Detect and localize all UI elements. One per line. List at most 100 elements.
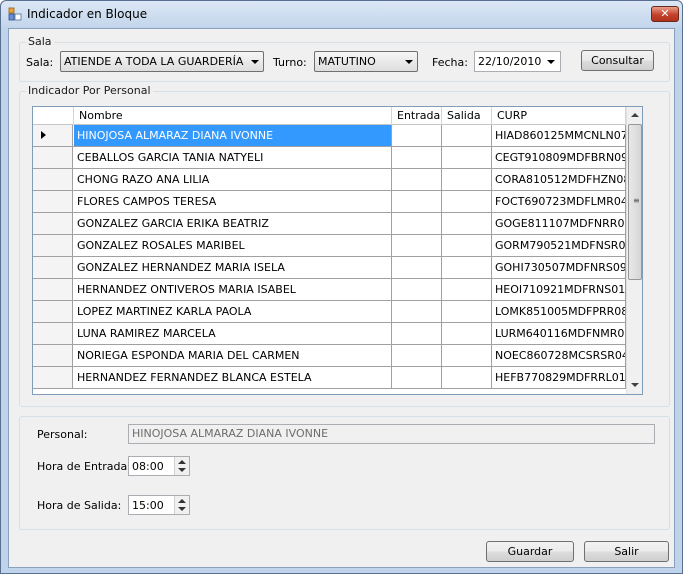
row-header[interactable] <box>33 191 73 212</box>
row-header[interactable] <box>33 279 73 300</box>
scrollbar-thumb[interactable]: ≡ <box>628 124 642 280</box>
fecha-picker[interactable]: 22/10/2010 <box>474 51 561 72</box>
cell-entrada[interactable] <box>392 169 442 190</box>
cell-salida[interactable] <box>442 323 492 344</box>
salir-button[interactable]: Salir <box>584 541 669 562</box>
scroll-up-icon[interactable] <box>631 113 639 117</box>
scroll-down-icon[interactable] <box>631 383 639 387</box>
row-header[interactable] <box>33 213 73 234</box>
cell-salida[interactable] <box>442 125 492 146</box>
close-icon[interactable]: ✕ <box>651 6 679 22</box>
table-row[interactable]: HERNANDEZ FERNANDEZ BLANCA ESTELA HEFB770… <box>33 367 626 389</box>
row-header[interactable] <box>33 367 73 388</box>
cell-nombre[interactable]: CEBALLOS GARCIA TANIA NATYELI <box>74 147 392 168</box>
cell-salida[interactable] <box>442 169 492 190</box>
row-header[interactable] <box>33 169 73 190</box>
guardar-button[interactable]: Guardar <box>486 541 574 562</box>
cell-nombre[interactable]: FLORES CAMPOS TERESA <box>74 191 392 212</box>
cell-salida[interactable] <box>442 367 492 388</box>
row-header[interactable] <box>33 125 73 146</box>
row-header[interactable] <box>33 323 73 344</box>
row-header[interactable] <box>33 301 73 322</box>
table-row-partial[interactable] <box>33 389 626 394</box>
cell-nombre[interactable]: GONZALEZ HERNANDEZ MARIA ISELA <box>74 257 392 278</box>
spin-up-icon[interactable] <box>178 460 186 464</box>
cell-curp[interactable]: LOMK851005MDFPRR08 <box>492 301 626 322</box>
grid-corner[interactable] <box>33 107 74 125</box>
consultar-button[interactable]: Consultar <box>581 50 654 71</box>
cell-entrada[interactable] <box>392 301 442 322</box>
row-header[interactable] <box>33 257 73 278</box>
title-bar[interactable]: Indicador en Bloque ✕ <box>1 1 682 27</box>
row-header[interactable] <box>33 235 73 256</box>
cell-entrada[interactable] <box>392 235 442 256</box>
spin-up-icon[interactable] <box>178 499 186 503</box>
row-header[interactable] <box>33 345 73 366</box>
cell-curp[interactable]: HIAD860125MMCNLN07 <box>492 125 626 146</box>
cell-nombre[interactable]: HERNANDEZ FERNANDEZ BLANCA ESTELA <box>74 367 392 388</box>
cell-curp[interactable]: NOEC860728MCSRSR04 <box>492 345 626 366</box>
cell-curp[interactable]: HEOI710921MDFRNS01 <box>492 279 626 300</box>
cell-curp[interactable]: LURM640116MDFNMR02 <box>492 323 626 344</box>
cell-salida[interactable] <box>442 213 492 234</box>
table-row[interactable]: HERNANDEZ ONTIVEROS MARIA ISABEL HEOI7109… <box>33 279 626 301</box>
cell-entrada[interactable] <box>392 147 442 168</box>
cell-salida[interactable] <box>442 235 492 256</box>
table-row[interactable]: GONZALEZ HERNANDEZ MARIA ISELA GOHI730507… <box>33 257 626 279</box>
table-row[interactable]: CHONG RAZO ANA LILIA CORA810512MDFHZN08 <box>33 169 626 191</box>
cell-curp[interactable]: GORM790521MDFNSR08 <box>492 235 626 256</box>
table-row[interactable]: NORIEGA ESPONDA MARIA DEL CARMEN NOEC8607… <box>33 345 626 367</box>
table-row[interactable]: FLORES CAMPOS TERESA FOCT690723MDFLMR04 <box>33 191 626 213</box>
table-row[interactable]: CEBALLOS GARCIA TANIA NATYELI CEGT910809M… <box>33 147 626 169</box>
cell-salida[interactable] <box>442 147 492 168</box>
cell-nombre[interactable]: GONZALEZ ROSALES MARIBEL <box>74 235 392 256</box>
cell-entrada[interactable] <box>392 191 442 212</box>
cell-entrada[interactable] <box>392 257 442 278</box>
cell-entrada[interactable] <box>392 323 442 344</box>
table-row[interactable]: LOPEZ MARTINEZ KARLA PAOLA LOMK851005MDFP… <box>33 301 626 323</box>
column-header-entrada[interactable]: Entrada <box>392 107 442 125</box>
spin-down-icon[interactable] <box>178 468 186 472</box>
column-header-salida[interactable]: Salida <box>442 107 492 125</box>
cell-salida[interactable] <box>442 301 492 322</box>
cell-entrada[interactable] <box>392 213 442 234</box>
cell-entrada[interactable] <box>392 279 442 300</box>
cell-curp[interactable]: HEFB770829MDFRRL01 <box>492 367 626 388</box>
calendar-dropdown-icon[interactable] <box>547 60 555 64</box>
cell-salida[interactable] <box>442 345 492 366</box>
column-header-nombre[interactable]: Nombre <box>74 107 392 125</box>
cell-salida[interactable] <box>442 257 492 278</box>
cell-nombre[interactable]: HINOJOSA ALMARAZ DIANA IVONNE <box>74 125 392 146</box>
table-row[interactable]: HINOJOSA ALMARAZ DIANA IVONNE HIAD860125M… <box>33 125 626 147</box>
cell-curp[interactable]: CEGT910809MDFBRN09 <box>492 147 626 168</box>
cell-curp[interactable]: FOCT690723MDFLMR04 <box>492 191 626 212</box>
spin-down-icon[interactable] <box>178 507 186 511</box>
cell-entrada[interactable] <box>392 367 442 388</box>
table-row[interactable]: GONZALEZ ROSALES MARIBEL GORM790521MDFNSR… <box>33 235 626 257</box>
personal-field[interactable]: HINOJOSA ALMARAZ DIANA IVONNE <box>128 424 655 444</box>
hora-entrada-stepper[interactable]: 08:00 <box>128 456 190 476</box>
table-row[interactable]: GONZALEZ GARCIA ERIKA BEATRIZ GOGE811107M… <box>33 213 626 235</box>
cell-curp[interactable]: CORA810512MDFHZN08 <box>492 169 626 190</box>
hora-salida-stepper[interactable]: 15:00 <box>128 495 190 515</box>
cell-nombre[interactable]: LOPEZ MARTINEZ KARLA PAOLA <box>74 301 392 322</box>
cell-nombre[interactable]: LUNA RAMIREZ MARCELA <box>74 323 392 344</box>
cell-nombre[interactable]: GONZALEZ GARCIA ERIKA BEATRIZ <box>74 213 392 234</box>
cell-nombre[interactable]: NORIEGA ESPONDA MARIA DEL CARMEN <box>74 345 392 366</box>
cell-nombre[interactable]: CHONG RAZO ANA LILIA <box>74 169 392 190</box>
cell-curp[interactable]: GOHI730507MDFNRS09 <box>492 257 626 278</box>
table-row[interactable]: LUNA RAMIREZ MARCELA LURM640116MDFNMR02 <box>33 323 626 345</box>
grid-vertical-scrollbar[interactable]: ≡ <box>626 107 642 394</box>
hora-salida-value: 15:00 <box>132 499 164 512</box>
cell-salida[interactable] <box>442 191 492 212</box>
sala-select[interactable]: ATIENDE A TODA LA GUARDERÍA <box>60 51 264 72</box>
personal-grid[interactable]: Nombre Entrada Salida CURP HINOJOSA ALMA… <box>32 106 643 395</box>
cell-salida[interactable] <box>442 279 492 300</box>
cell-entrada[interactable] <box>392 125 442 146</box>
turno-select[interactable]: MATUTINO <box>314 51 418 72</box>
cell-curp[interactable]: GOGE811107MDFNRR02 <box>492 213 626 234</box>
row-header[interactable] <box>33 147 73 168</box>
cell-nombre[interactable]: HERNANDEZ ONTIVEROS MARIA ISABEL <box>74 279 392 300</box>
cell-entrada[interactable] <box>392 345 442 366</box>
column-header-curp[interactable]: CURP <box>492 107 626 125</box>
